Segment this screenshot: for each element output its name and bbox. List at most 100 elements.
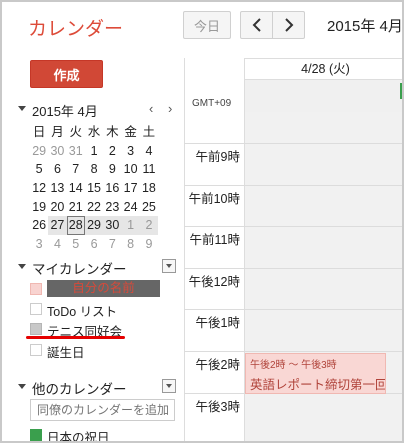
mini-day-cell[interactable]: 11: [140, 160, 158, 179]
today-button[interactable]: 今日: [183, 11, 231, 39]
mini-day-cell[interactable]: 2: [103, 142, 121, 161]
mini-day-cell[interactable]: 5: [67, 235, 85, 254]
calendar-color-swatch[interactable]: [30, 283, 42, 295]
other-calendars-header[interactable]: 他のカレンダー: [16, 378, 181, 398]
mini-day-cell[interactable]: 10: [121, 160, 139, 179]
hour-label: 午後1時: [195, 316, 240, 331]
mini-day-cell[interactable]: 2: [139, 216, 159, 236]
hour-gridline: [184, 226, 402, 228]
mini-day-cell[interactable]: 6: [85, 235, 103, 254]
my-calendars-title: マイカレンダー: [32, 262, 127, 277]
calendar-item-japan-holidays[interactable]: 日本の祝日: [30, 426, 180, 443]
mini-day-cell[interactable]: 6: [48, 160, 66, 179]
current-date-range: 2015年 4月: [327, 18, 403, 35]
all-day-area[interactable]: [244, 80, 402, 112]
weekday-label: 日: [32, 125, 46, 139]
mini-day-cell[interactable]: 22: [85, 198, 103, 217]
hour-gridline: [184, 351, 402, 352]
hour-gridline: [184, 143, 402, 144]
mini-day-cell[interactable]: 17: [121, 179, 139, 198]
calendar-color-swatch[interactable]: [30, 323, 42, 335]
mini-day-cell[interactable]: 30: [48, 142, 66, 161]
weekday-label: 土: [142, 125, 156, 139]
mini-calendar-grid: 日 月 火 水 木 金 土 29 30 31 1 2 3 4 5 6 7 8 9 10 11 12 13 14 1…: [30, 123, 159, 254]
mini-prev-month-button[interactable]: ‹: [149, 101, 153, 116]
next-period-button[interactable]: [272, 11, 305, 39]
prev-period-button[interactable]: [240, 11, 273, 39]
mini-day-cell[interactable]: 16: [103, 179, 121, 198]
mini-day-cell[interactable]: 4: [48, 235, 66, 254]
mini-week-row: 3456789: [30, 235, 158, 254]
mini-day-cell[interactable]: 4: [140, 142, 158, 161]
mini-week-row: 26 27 28 29 30 1 2: [30, 216, 159, 236]
other-calendars-dropdown-icon[interactable]: [162, 379, 176, 393]
mini-day-cell[interactable]: 27: [48, 216, 67, 236]
weekday-label: 水: [87, 125, 101, 139]
mini-week-row: 5 6 7 8 9 10 11: [30, 160, 158, 179]
mini-day-cell[interactable]: 24: [121, 198, 139, 217]
mini-week-row: 19 20 21 22 23 24 25: [30, 198, 158, 217]
event-time: 午後2時 ～ 午後3時: [250, 360, 337, 371]
calendar-label: 日本の祝日: [47, 431, 110, 443]
calendar-item-birthdays[interactable]: 誕生日: [30, 341, 180, 360]
mini-day-cell[interactable]: 19: [30, 198, 48, 217]
hour-label: 午後12時: [188, 274, 240, 289]
calendar-label: ToDo リスト: [47, 305, 118, 319]
mini-day-cell[interactable]: 1: [121, 216, 140, 236]
hour-label: 午後3時: [195, 399, 240, 414]
calendar-color-swatch[interactable]: [30, 344, 42, 356]
mini-day-cell[interactable]: 31: [67, 142, 85, 161]
my-calendars-header[interactable]: マイカレンダー: [16, 258, 181, 278]
add-coworker-calendar-input[interactable]: [30, 399, 175, 421]
mini-day-cell[interactable]: 26: [30, 216, 48, 235]
calendar-label: 自分の名前: [47, 280, 160, 297]
mini-day-cell[interactable]: 13: [48, 179, 66, 198]
hour-label: 午前10時: [188, 191, 240, 206]
event-title: 英語レポート締切第一回: [250, 378, 386, 392]
calendar-window: カレンダー 今日 2015年 4月 作成 2015年 4月 ‹ › 日 月 火 …: [0, 0, 404, 443]
calendar-item-todo[interactable]: ToDo リスト: [30, 300, 180, 319]
mini-day-cell[interactable]: 1: [85, 142, 103, 161]
calendar-color-swatch[interactable]: [30, 303, 42, 315]
calendar-color-swatch[interactable]: [30, 429, 42, 441]
mini-day-cell[interactable]: 8: [121, 235, 139, 254]
mini-day-cell[interactable]: 25: [140, 198, 158, 217]
weekday-label: 火: [69, 125, 82, 139]
create-event-button[interactable]: 作成: [30, 60, 103, 88]
mini-day-cell[interactable]: 12: [30, 179, 48, 198]
mini-day-cell[interactable]: 23: [103, 198, 121, 217]
mini-next-month-button[interactable]: ›: [168, 101, 172, 116]
mini-day-cell[interactable]: 21: [67, 198, 85, 217]
sidebar-divider: [184, 58, 185, 441]
mini-day-cell[interactable]: 8: [85, 160, 103, 179]
weekday-label: 月: [51, 125, 64, 139]
mini-day-cell[interactable]: 20: [48, 198, 66, 217]
mini-day-cell[interactable]: 3: [121, 142, 139, 161]
day-column-header[interactable]: 4/28 (火): [244, 58, 402, 80]
collapse-caret-icon[interactable]: [18, 264, 26, 269]
mini-day-cell[interactable]: 3: [30, 235, 48, 254]
mini-day-cell[interactable]: 29: [84, 216, 104, 236]
my-calendars-dropdown-icon[interactable]: [162, 259, 176, 273]
all-day-holiday-marker[interactable]: [400, 83, 402, 99]
mini-day-cell[interactable]: 5: [30, 160, 48, 179]
mini-day-cell[interactable]: 15: [85, 179, 103, 198]
event-card[interactable]: 午後2時 ～ 午後3時 英語レポート締切第一回: [245, 353, 386, 394]
mini-day-cell[interactable]: 14: [67, 179, 85, 198]
chevron-right-icon: [284, 18, 293, 32]
mini-day-cell[interactable]: 28: [66, 216, 85, 236]
collapse-caret-icon[interactable]: [18, 384, 26, 389]
mini-day-cell[interactable]: 7: [103, 235, 121, 254]
calendar-item-my-name[interactable]: 自分の名前: [30, 280, 180, 298]
collapse-caret-icon[interactable]: [18, 106, 26, 111]
hour-label: 午前11時: [189, 233, 240, 248]
red-underline-annotation: [26, 336, 125, 339]
mini-day-cell[interactable]: 18: [140, 179, 158, 198]
mini-day-cell[interactable]: 9: [103, 160, 121, 179]
mini-day-cell[interactable]: 9: [140, 235, 158, 254]
hour-label: 午後2時: [195, 358, 240, 372]
mini-day-cell[interactable]: 30: [103, 216, 122, 236]
mini-day-cell[interactable]: 29: [30, 142, 48, 161]
mini-calendar-header: 2015年 4月 ‹ ›: [16, 101, 181, 119]
mini-day-cell[interactable]: 7: [67, 160, 85, 179]
